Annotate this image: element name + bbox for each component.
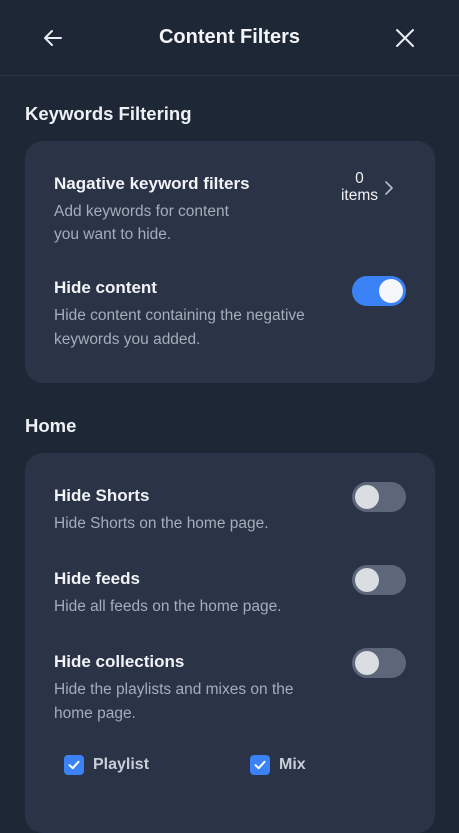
negative-filters-description: Add keywords for content you want to hid… — [54, 200, 406, 247]
close-button[interactable] — [387, 20, 423, 56]
hide-feeds-description: Hide all feeds on the home page. — [54, 598, 282, 615]
negative-filters-desc-line2: you want to hide. — [54, 226, 172, 243]
toggle-knob — [379, 279, 403, 303]
hide-shorts-description: Hide Shorts on the home page. — [54, 515, 269, 532]
negative-filters-count[interactable]: 0 items — [341, 170, 378, 204]
count-unit: items — [340, 187, 378, 204]
top-bar: Content Filters — [0, 0, 459, 76]
mix-label: Mix — [279, 756, 306, 773]
close-icon — [396, 29, 414, 47]
playlist-checkbox[interactable] — [64, 755, 84, 775]
section-title-home: Home — [25, 415, 77, 436]
hide-content-description: Hide content containing the negative key… — [54, 304, 406, 352]
hide-shorts-toggle[interactable] — [352, 482, 406, 512]
section-title-keywords: Keywords Filtering — [25, 103, 192, 124]
hide-content-desc-line2: keywords you added. — [54, 331, 201, 348]
toggle-knob — [355, 485, 379, 509]
hide-collections-desc-line1: Hide the playlists and mixes on the — [54, 681, 294, 698]
toggle-knob — [355, 568, 379, 592]
hide-feeds-toggle[interactable] — [352, 565, 406, 595]
keywords-card: Nagative keyword filters Add keywords fo… — [25, 141, 435, 383]
home-card: Hide Shorts Hide Shorts on the home page… — [25, 453, 435, 833]
mix-checkbox-option[interactable]: Mix — [250, 755, 306, 775]
checkmark-icon — [68, 760, 80, 770]
hide-collections-description: Hide the playlists and mixes on the home… — [54, 678, 406, 726]
count-value: 0 — [355, 170, 364, 187]
hide-content-desc-line1: Hide content containing the negative — [54, 307, 305, 324]
playlist-checkbox-option[interactable]: Playlist — [64, 755, 149, 775]
hide-content-toggle[interactable] — [352, 276, 406, 306]
hide-collections-desc-line2: home page. — [54, 705, 136, 722]
playlist-label: Playlist — [93, 756, 150, 773]
chevron-right-icon — [385, 181, 393, 195]
hide-collections-toggle[interactable] — [352, 648, 406, 678]
checkmark-icon — [254, 760, 266, 770]
toggle-knob — [355, 651, 379, 675]
mix-checkbox[interactable] — [250, 755, 270, 775]
